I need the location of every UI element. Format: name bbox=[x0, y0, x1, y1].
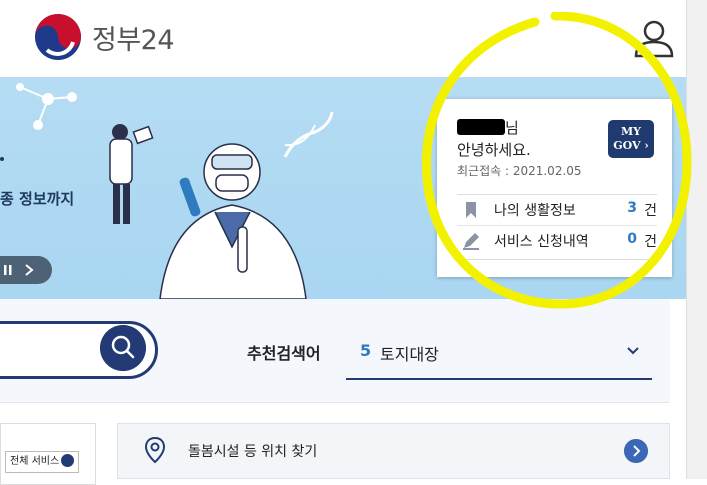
header: 정부24 bbox=[0, 0, 686, 77]
banner-tagline: 종 정보까지 bbox=[0, 190, 75, 208]
chevron-down-icon[interactable] bbox=[626, 346, 640, 356]
my-gov-button[interactable]: MY GOV › bbox=[608, 120, 654, 158]
location-pin-icon bbox=[144, 436, 166, 464]
molecule-illustration bbox=[16, 83, 77, 130]
my-life-info-count: 3 bbox=[627, 200, 637, 216]
recommended-search-label: 추천검색어 bbox=[247, 344, 321, 363]
service-history-row[interactable]: 서비스 신청내역 0 건 bbox=[457, 226, 657, 256]
bookmark-icon bbox=[466, 202, 476, 218]
user-icon[interactable] bbox=[633, 18, 675, 58]
last-login-text: 최근접속 : 2021.02.05 bbox=[457, 164, 582, 178]
care-facility-finder[interactable]: 돌봄시설 등 위치 찾기 bbox=[117, 423, 670, 479]
chevron-right-circle-icon[interactable] bbox=[624, 439, 648, 463]
count-unit: 건 bbox=[644, 203, 657, 219]
greeting-text: 안녕하세요. bbox=[457, 141, 531, 159]
my-gov-label-1: MY bbox=[620, 125, 642, 138]
banner-controls bbox=[0, 256, 52, 284]
my-life-info-label: 나의 생활정보 bbox=[494, 203, 576, 219]
service-history-label: 서비스 신청내역 bbox=[494, 234, 589, 250]
name-suffix: 님 bbox=[505, 119, 519, 137]
chevron-right-icon[interactable] bbox=[22, 263, 36, 277]
redacted-username bbox=[457, 119, 505, 135]
service-history-count: 0 bbox=[627, 231, 637, 247]
divider bbox=[457, 259, 657, 260]
search-button[interactable] bbox=[100, 325, 146, 371]
logo-text[interactable]: 정부24 bbox=[92, 18, 175, 57]
banner-bullet bbox=[0, 157, 4, 161]
scientist-illustration bbox=[109, 111, 334, 299]
taegeuk-logo-icon[interactable] bbox=[33, 12, 83, 62]
care-facility-label: 돌봄시설 등 위치 찾기 bbox=[188, 444, 318, 460]
my-gov-label-2: GOV › bbox=[613, 139, 649, 152]
pencil-icon bbox=[463, 233, 479, 250]
count-unit: 건 bbox=[644, 234, 657, 250]
all-services-button[interactable]: 전체 서비스 bbox=[5, 451, 80, 473]
service-card: 전체 서비스 bbox=[0, 423, 96, 485]
scrollbar[interactable] bbox=[686, 0, 707, 479]
recommended-search-dropdown[interactable]: 5 토지대장 bbox=[346, 330, 652, 380]
recommended-term[interactable]: 토지대장 bbox=[380, 341, 439, 365]
my-gov-panel: 님 안녕하세요. 최근접속 : 2021.02.05 MY GOV › 나의 생… bbox=[437, 99, 672, 277]
all-services-label: 전체 서비스 bbox=[10, 456, 60, 467]
arrow-right-icon bbox=[61, 453, 75, 467]
recommended-rank: 5 bbox=[360, 341, 372, 360]
pause-icon[interactable] bbox=[2, 264, 14, 276]
my-life-info-row[interactable]: 나의 생활정보 3 건 bbox=[457, 195, 657, 226]
